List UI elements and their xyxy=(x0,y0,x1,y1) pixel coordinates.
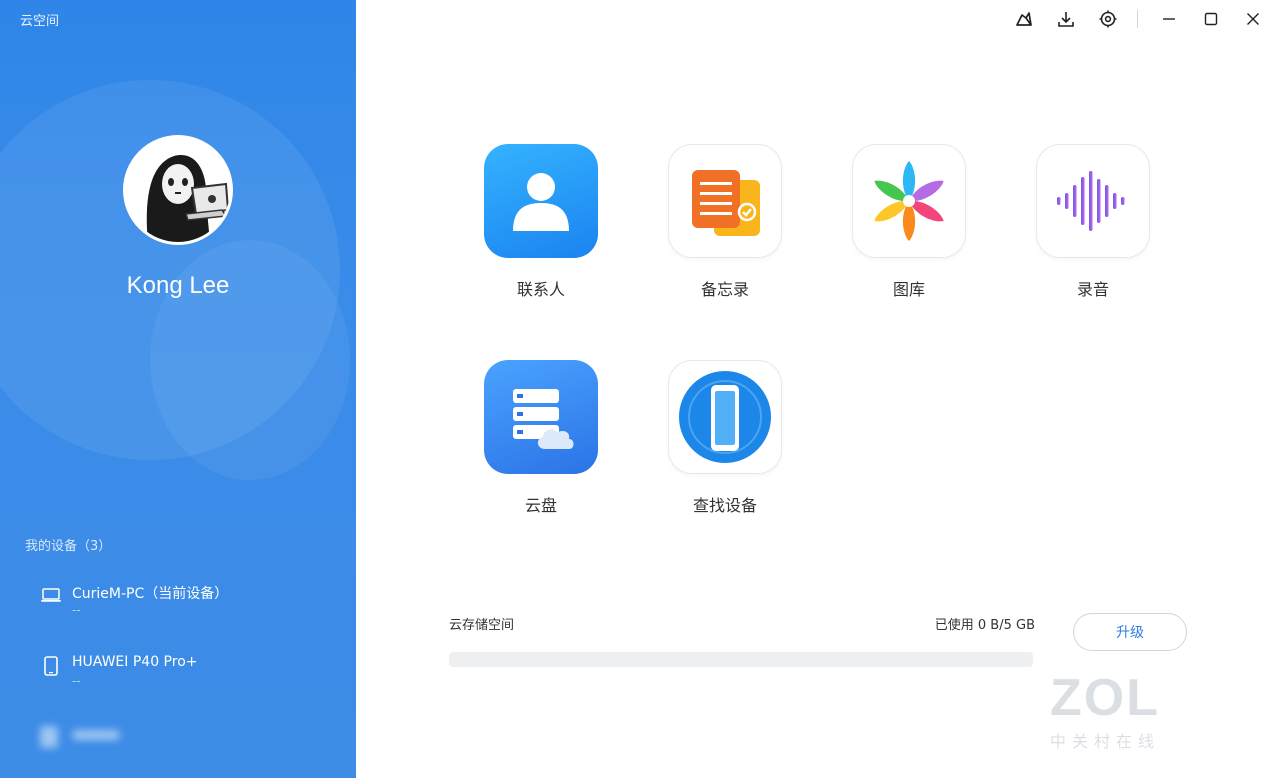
app-label: 联系人 xyxy=(516,280,565,299)
notes-icon xyxy=(668,144,782,258)
device-status: -- xyxy=(72,674,81,688)
maximize-icon[interactable] xyxy=(1200,8,1222,30)
avatar[interactable] xyxy=(123,135,233,245)
app-label: 查找设备 xyxy=(692,496,757,515)
upgrade-button[interactable]: 升级 xyxy=(1073,613,1187,651)
watermark-subtitle: 中关村在线 xyxy=(1050,732,1161,751)
recorder-icon xyxy=(1036,144,1150,258)
toolbar-divider xyxy=(1137,10,1138,28)
app-label: 图库 xyxy=(892,280,925,299)
devices-header: 我的设备（3） xyxy=(25,539,112,554)
app-title: 云空间 xyxy=(20,14,60,29)
app-find-device[interactable]: 查找设备 xyxy=(660,360,790,516)
app-contacts[interactable]: 联系人 xyxy=(476,144,606,300)
phone-icon xyxy=(40,654,62,676)
device-name: CurieM-PC（当前设备） xyxy=(72,586,229,602)
storage-used-text: 已使用 0 B/5 GB xyxy=(934,618,1035,633)
download-icon[interactable] xyxy=(1055,8,1077,30)
app-notes[interactable]: 备忘录 xyxy=(660,144,790,300)
contacts-icon xyxy=(484,144,598,258)
device-name: HUAWEI P40 Pro+ xyxy=(72,654,198,670)
device-item-phone[interactable]: HUAWEI P40 Pro+ -- xyxy=(40,654,340,704)
minimize-icon[interactable] xyxy=(1158,8,1180,30)
user-name: Kong Lee xyxy=(126,272,230,299)
sidebar: 云空间 Kong Lee 我的设备（3） CurieM-PC（当前设备） -- xyxy=(0,0,356,778)
watermark-logo: ZOL xyxy=(1050,669,1160,727)
find-device-icon xyxy=(668,360,782,474)
device-item-blurred xyxy=(38,722,128,752)
laptop-icon xyxy=(40,583,62,605)
device-item-pc[interactable]: CurieM-PC（当前设备） -- xyxy=(40,583,340,633)
app-cloud-drive[interactable]: 云盘 xyxy=(476,360,606,516)
cleanup-icon[interactable] xyxy=(1013,8,1035,30)
cloud-drive-icon xyxy=(484,360,598,474)
app-label: 备忘录 xyxy=(700,280,749,299)
app-recorder[interactable]: 录音 xyxy=(1028,144,1158,300)
watermark: ZOL 中关村在线 xyxy=(1050,672,1200,762)
storage-label: 云存储空间 xyxy=(449,618,515,633)
window-controls xyxy=(993,8,1264,30)
device-status: -- xyxy=(72,603,81,617)
settings-icon[interactable] xyxy=(1097,8,1119,30)
app-label: 云盘 xyxy=(524,496,557,515)
app-gallery[interactable]: 图库 xyxy=(844,144,974,300)
app-label: 录音 xyxy=(1076,280,1109,299)
close-icon[interactable] xyxy=(1242,8,1264,30)
avatar-image xyxy=(126,138,230,242)
gallery-icon xyxy=(852,144,966,258)
storage-progress-bar xyxy=(449,652,1033,667)
